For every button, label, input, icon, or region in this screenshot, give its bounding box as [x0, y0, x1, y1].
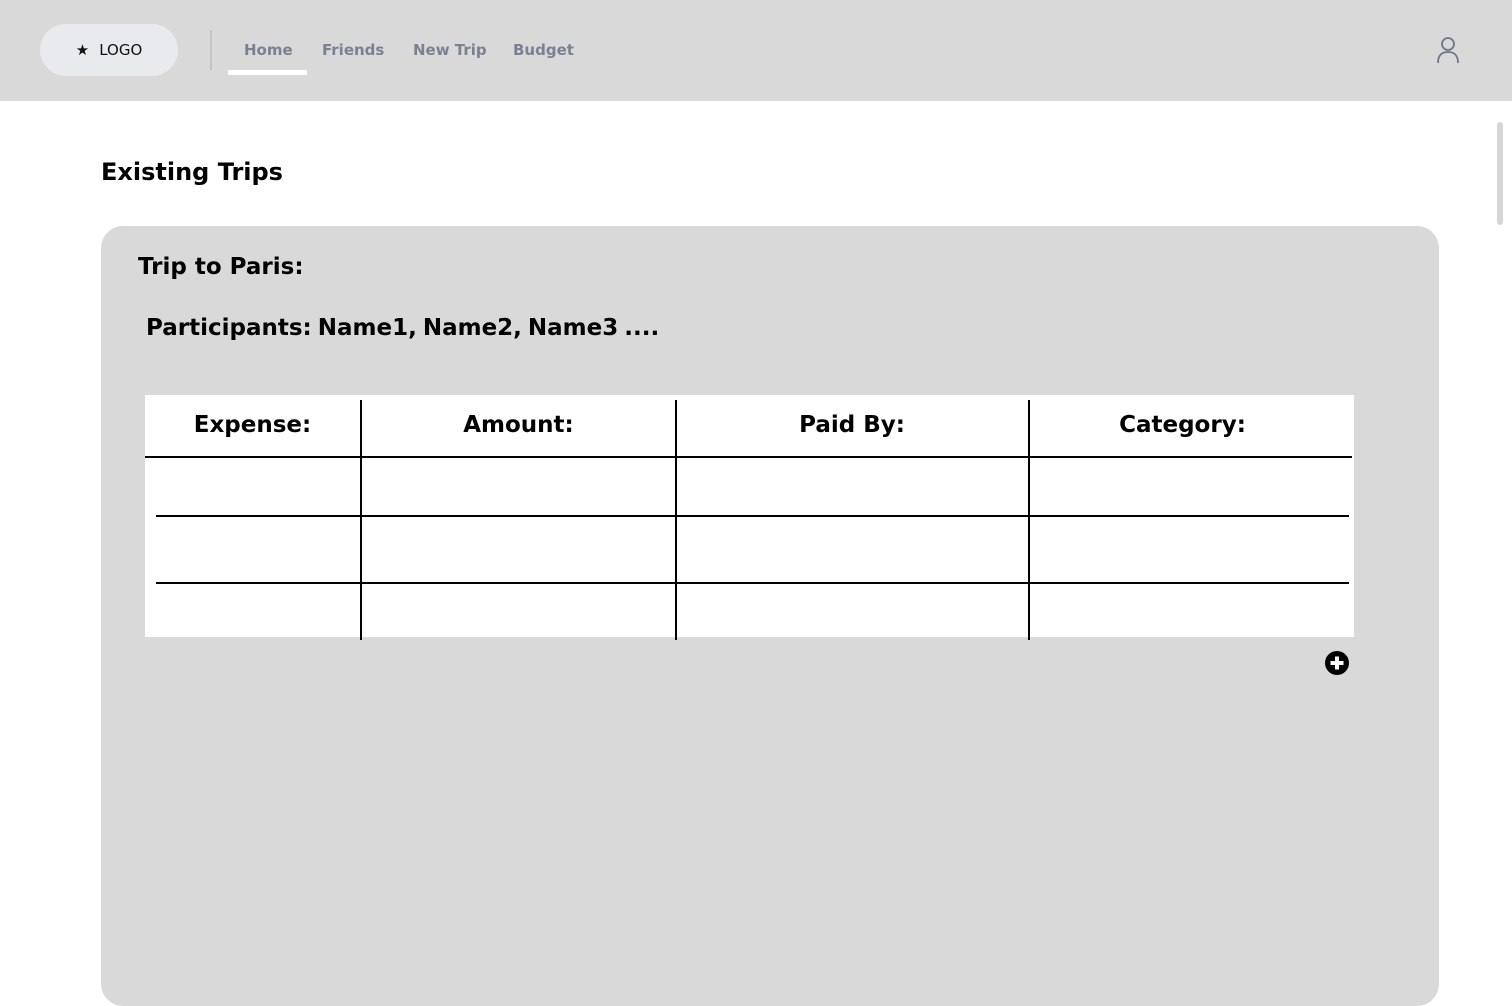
scrollbar-thumb[interactable] — [1497, 122, 1503, 225]
nav-divider — [210, 30, 212, 70]
participant-name: Name2, — [422, 315, 522, 341]
logo-label: LOGO — [99, 41, 143, 59]
table-row[interactable] — [145, 584, 1352, 637]
participants-label: Participants: — [146, 315, 312, 341]
star-icon: ★ — [75, 40, 90, 59]
logo[interactable]: ★ LOGO — [40, 24, 178, 76]
nav-friends[interactable]: Friends — [322, 38, 384, 62]
active-tab-indicator — [228, 70, 307, 75]
participant-name: Name1, — [317, 315, 417, 341]
participants-ellipsis: .... — [624, 315, 660, 341]
top-nav-bar: ★ LOGO Home Friends New Trip Budget — [0, 0, 1512, 101]
table-row[interactable] — [145, 457, 1352, 515]
nav-new-trip[interactable]: New Trip — [413, 38, 487, 62]
add-expense-button[interactable] — [1325, 651, 1349, 675]
user-icon[interactable] — [1436, 36, 1460, 64]
page-title: Existing Trips — [101, 158, 283, 186]
participant-name: Name3 — [527, 315, 619, 341]
trip-title: Trip to Paris: — [138, 254, 304, 280]
table-row[interactable] — [145, 517, 1352, 582]
column-header-category: Category: — [1119, 412, 1246, 438]
column-header-amount: Amount: — [463, 412, 574, 438]
nav-home[interactable]: Home — [244, 38, 293, 62]
nav-budget[interactable]: Budget — [513, 38, 574, 62]
expenses-table: Expense: Amount: Paid By: Category: — [145, 395, 1354, 640]
column-header-paid-by: Paid By: — [799, 412, 905, 438]
participants-line: Participants: Name1, Name2, Name3.... — [146, 315, 665, 341]
column-header-expense: Expense: — [193, 412, 312, 438]
